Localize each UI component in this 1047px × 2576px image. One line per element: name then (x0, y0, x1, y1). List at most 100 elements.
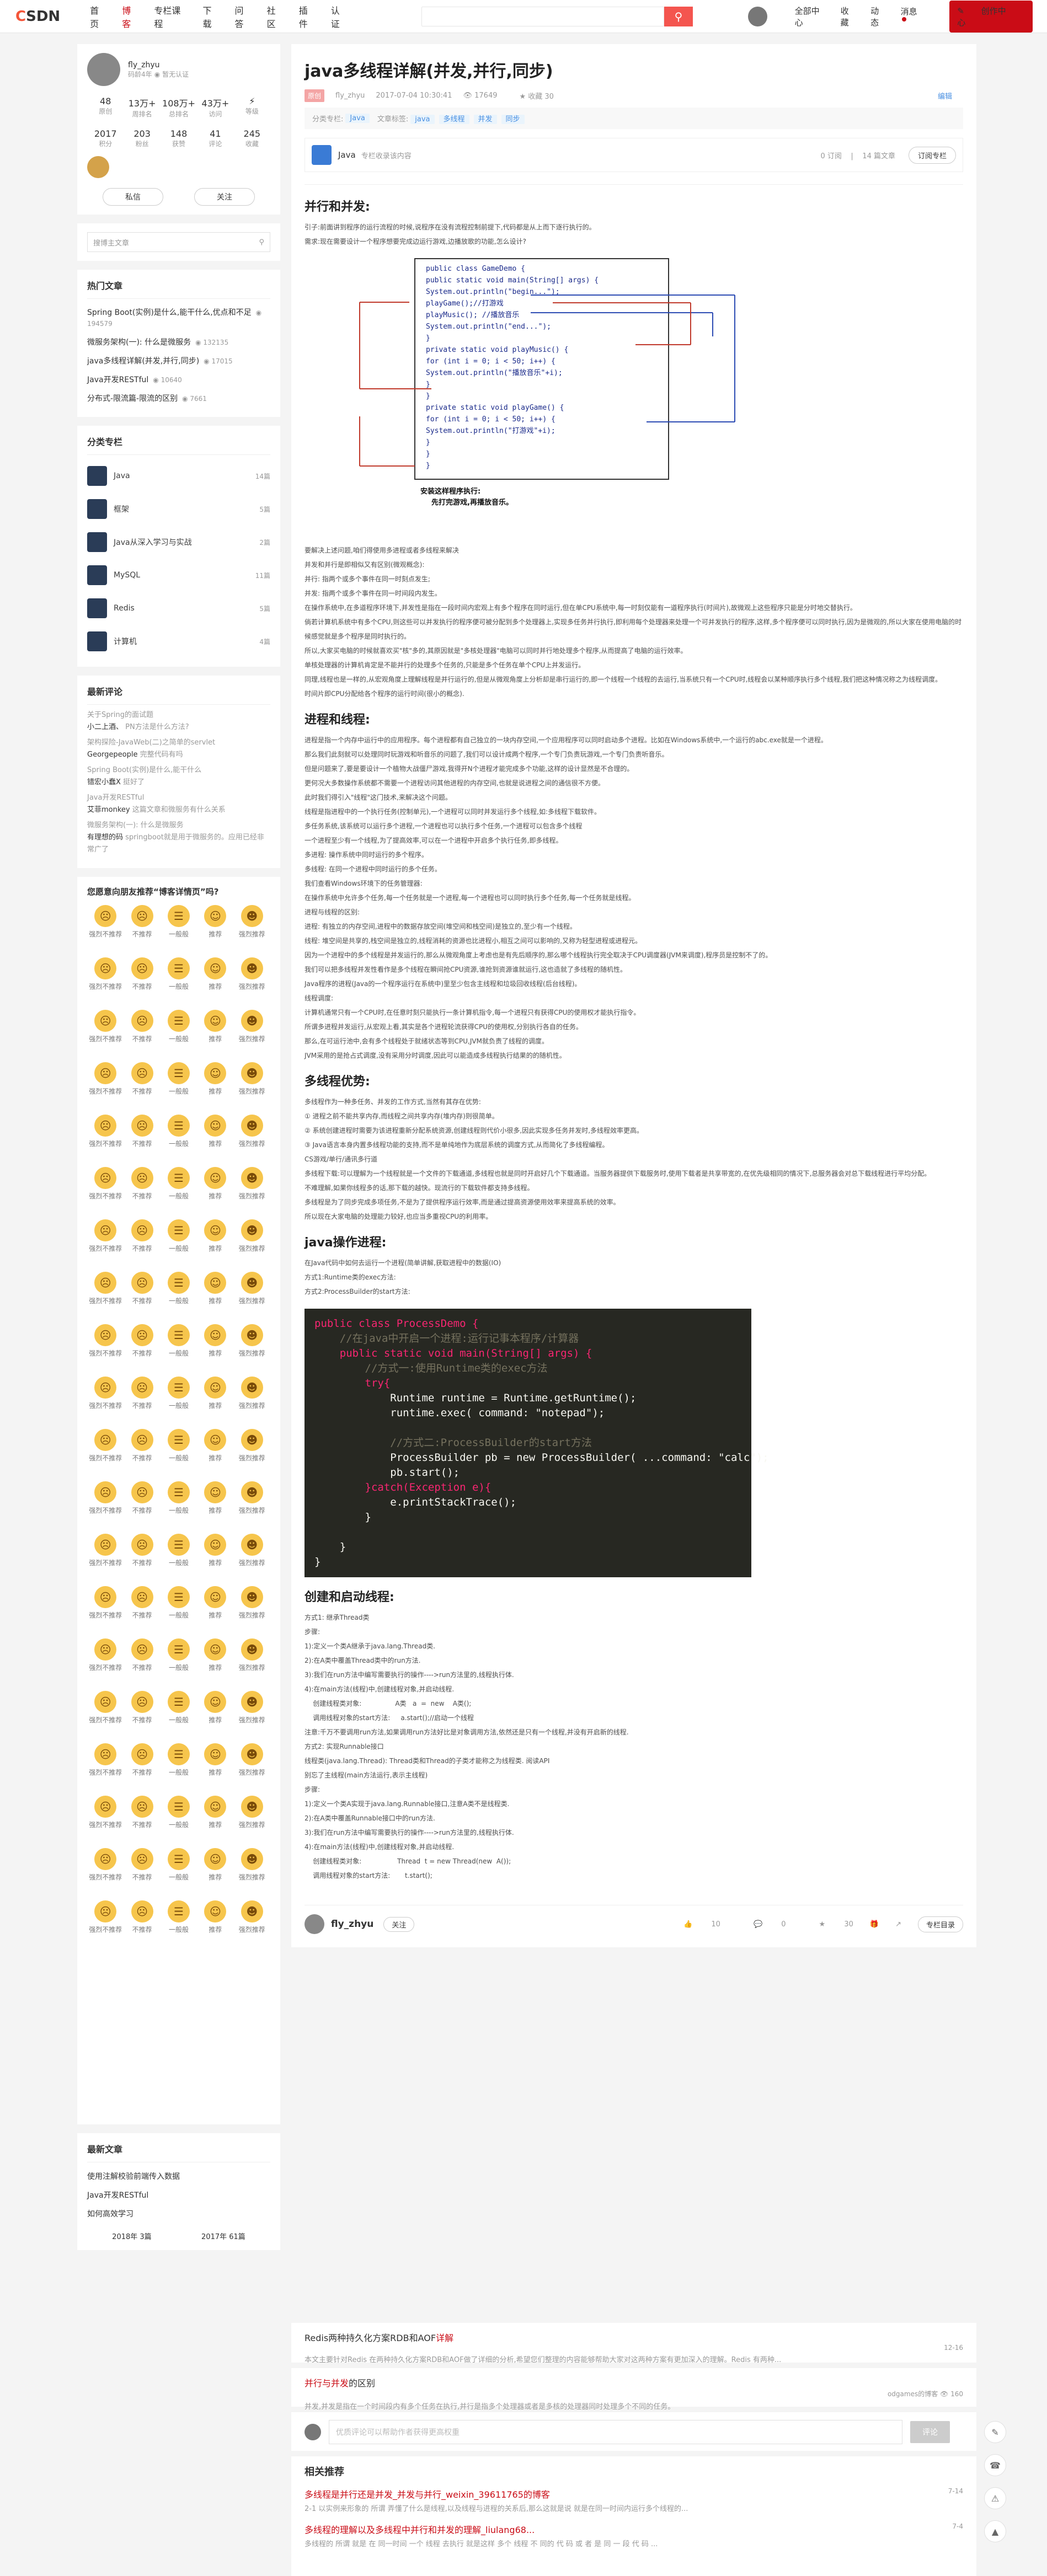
vote-option[interactable]: ☹ 不推荐 (124, 1429, 160, 1463)
related-1[interactable]: Redis两种持久化方案RDB和AOF详解 12-16 本文主要针对Redis … (291, 2323, 976, 2364)
comment-item[interactable]: Java开发RESTful 艾菲monkey 这篇文章和微服务有什么关系 (87, 792, 270, 816)
article-tag[interactable]: 多线程 (439, 115, 469, 124)
article-author[interactable]: fly_zhyu (335, 92, 365, 100)
vote-option[interactable]: ☰ 一般般 (161, 1219, 197, 1253)
medal-icon[interactable] (87, 156, 109, 178)
hot-article-item[interactable]: java多线程详解(并发,并行,同步) ◉ 17015 (87, 352, 270, 371)
vote-option[interactable]: ☻ 强烈推荐 (234, 1848, 270, 1882)
search-button[interactable]: ⚲ (664, 6, 693, 26)
nav-favorites[interactable]: 收藏 (841, 5, 856, 28)
vote-option[interactable]: ☹ 不推荐 (124, 1638, 160, 1672)
comment-item[interactable]: 微服务架构(一): 什么是微服务 有理想的码 springboot就是用于微服务的… (87, 820, 270, 856)
vote-option[interactable]: ☹ 强烈不推荐 (87, 1848, 124, 1882)
nav-member-center[interactable]: 全部中心 (795, 5, 826, 28)
vote-option[interactable]: ☹ 强烈不推荐 (87, 1062, 124, 1096)
vote-option[interactable]: ☹ 不推荐 (124, 1272, 160, 1305)
vote-option[interactable]: ☰ 一般般 (161, 1010, 197, 1043)
vote-option[interactable]: ☻ 强烈推荐 (234, 1010, 270, 1043)
nav-item[interactable]: 认证 (323, 3, 355, 30)
vote-option[interactable]: ☹ 强烈不推荐 (87, 1010, 124, 1043)
vote-option[interactable]: ☻ 强烈推荐 (234, 1743, 270, 1777)
vote-option[interactable]: ☰ 一般般 (161, 1534, 197, 1567)
vote-option[interactable]: ☺ 推荐 (197, 1429, 233, 1463)
nav-item[interactable]: 插件 (291, 3, 323, 30)
follow-button-bottom[interactable]: 关注 (383, 1916, 415, 1932)
vote-option[interactable]: ☻ 强烈推荐 (234, 1796, 270, 1829)
vote-option[interactable]: ☹ 强烈不推荐 (87, 1900, 124, 1934)
vote-option[interactable]: ☻ 强烈推荐 (234, 1534, 270, 1567)
vote-option[interactable]: ☺ 推荐 (197, 1534, 233, 1567)
follow-button[interactable]: 关注 (194, 188, 255, 206)
latest-article-item[interactable]: Java开发RESTful (87, 2186, 270, 2204)
vote-option[interactable]: ☻ 强烈推荐 (234, 1219, 270, 1253)
vote-option[interactable]: ☺ 推荐 (197, 905, 233, 939)
vote-option[interactable]: ☰ 一般般 (161, 905, 197, 939)
vote-option[interactable]: ☹ 不推荐 (124, 1534, 160, 1567)
vote-option[interactable]: ☺ 推荐 (197, 1796, 233, 1829)
create-center-button[interactable]: ✎ 创作中心 (949, 0, 1033, 33)
vote-option[interactable]: ☺ 推荐 (197, 1848, 233, 1882)
vote-option[interactable]: ☹ 强烈不推荐 (87, 1691, 124, 1725)
vote-option[interactable]: ☹ 强烈不推荐 (87, 1272, 124, 1305)
vote-option[interactable]: ☹ 强烈不推荐 (87, 1115, 124, 1148)
vote-option[interactable]: ☰ 一般般 (161, 1272, 197, 1305)
vote-option[interactable]: ☻ 强烈推荐 (234, 1691, 270, 1725)
user-avatar[interactable] (747, 6, 767, 26)
vote-option[interactable]: ☰ 一般般 (161, 1743, 197, 1777)
vote-option[interactable]: ☰ 一般般 (161, 1429, 197, 1463)
vote-option[interactable]: ☺ 推荐 (197, 1272, 233, 1305)
vote-option[interactable]: ☹ 不推荐 (124, 1062, 160, 1096)
hot-article-item[interactable]: Java开发RESTful ◉ 10640 (87, 371, 270, 389)
vote-option[interactable]: ☺ 推荐 (197, 1743, 233, 1777)
star-button[interactable]: ★ 30 (803, 1920, 853, 1929)
vote-option[interactable]: ☹ 不推荐 (124, 1324, 160, 1358)
latest-article-item[interactable]: 使用注解校验前端传入数据 (87, 2167, 270, 2186)
recommend-item[interactable]: 多线程是并行还是并发_并发与并行_weixin_39611765的博客 7-14 2… (305, 2487, 963, 2515)
vote-option[interactable]: ☺ 推荐 (197, 1481, 233, 1515)
vote-option[interactable]: ☺ 推荐 (197, 1219, 233, 1253)
ai-assistant-icon[interactable]: ✎ (984, 2421, 1006, 2443)
vote-option[interactable]: ☺ 推荐 (197, 1115, 233, 1148)
vote-option[interactable]: ☹ 强烈不推荐 (87, 1219, 124, 1253)
comment-item[interactable]: Spring Boot(实例)是什么,能干什么 错宏小蠢X 挺好了 (87, 764, 270, 789)
category-item[interactable]: Java 14篇 (87, 459, 270, 492)
vote-option[interactable]: ☺ 推荐 (197, 1691, 233, 1725)
vote-option[interactable]: ☹ 强烈不推荐 (87, 1429, 124, 1463)
author-avatar[interactable] (87, 53, 120, 86)
vote-option[interactable]: ☹ 强烈不推荐 (87, 1534, 124, 1567)
archive-year[interactable]: 2017年 61篇 (201, 2231, 245, 2241)
recommend-item[interactable]: 多线程的理解以及多线程中并行和并发的理解_liulang68... 7-4 多线程的… (305, 2523, 963, 2550)
vote-option[interactable]: ☹ 不推荐 (124, 1848, 160, 1882)
vote-option[interactable]: ☺ 推荐 (197, 1377, 233, 1410)
subscribe-column-button[interactable]: 订阅专栏 (908, 146, 956, 164)
reward-button[interactable]: 🎁 (870, 1920, 879, 1929)
vote-option[interactable]: ☰ 一般般 (161, 1586, 197, 1620)
vote-option[interactable]: ☻ 强烈推荐 (234, 957, 270, 991)
vote-option[interactable]: ☻ 强烈推荐 (234, 1377, 270, 1410)
category-item[interactable]: 框架 5篇 (87, 492, 270, 526)
favorite-count[interactable]: ★ 收藏 30 (519, 90, 564, 101)
vote-option[interactable]: ☻ 强烈推荐 (234, 1586, 270, 1620)
blog-search-input[interactable]: 搜博主文章 ⚲ (87, 232, 270, 252)
article-tag[interactable]: java (410, 115, 435, 124)
hot-article-item[interactable]: 分布式-限流篇-限流的区别 ◉ 7661 (87, 389, 270, 408)
vote-option[interactable]: ☹ 强烈不推荐 (87, 1324, 124, 1358)
nav-activity[interactable]: 动态 (870, 5, 886, 28)
comment-item[interactable]: 架构探险-JavaWeb(二)之简单的servlet Georgepeople 完… (87, 737, 270, 761)
vote-option[interactable]: ☹ 不推荐 (124, 1586, 160, 1620)
vote-option[interactable]: ☻ 强烈推荐 (234, 905, 270, 939)
share-button[interactable]: ↗ (895, 1920, 901, 1929)
nav-item[interactable]: 博客 (114, 3, 146, 30)
vote-option[interactable]: ☻ 强烈推荐 (234, 1324, 270, 1358)
comment-submit-button[interactable]: 评论 (910, 2421, 950, 2443)
vote-option[interactable]: ☻ 强烈推荐 (234, 1062, 270, 1096)
nav-item[interactable]: 社区 (259, 3, 291, 30)
vote-option[interactable]: ☰ 一般般 (161, 1062, 197, 1096)
vote-option[interactable]: ☹ 不推荐 (124, 1900, 160, 1934)
vote-option[interactable]: ☰ 一般般 (161, 1900, 197, 1934)
vote-option[interactable]: ☹ 不推荐 (124, 1219, 160, 1253)
vote-option[interactable]: ☹ 不推荐 (124, 957, 160, 991)
comment-button[interactable]: 💬 0 (737, 1920, 786, 1929)
vote-option[interactable]: ☺ 推荐 (197, 1638, 233, 1672)
vote-option[interactable]: ☹ 不推荐 (124, 1115, 160, 1148)
